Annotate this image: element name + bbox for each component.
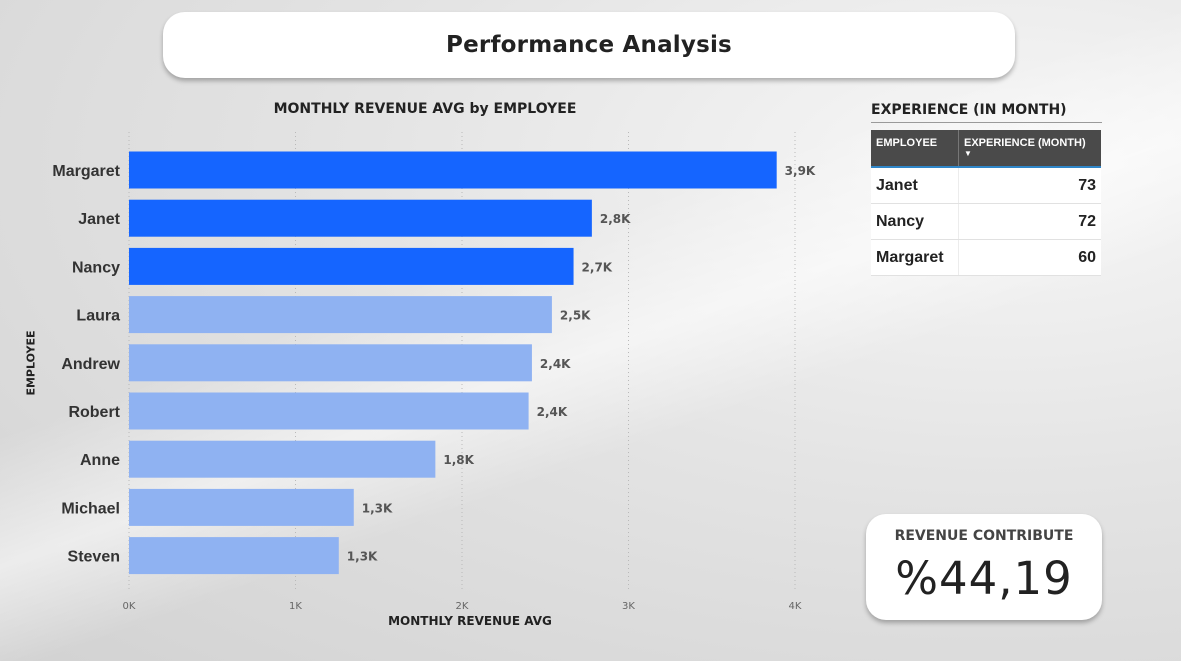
experience-table-title: EXPERIENCE (IN MONTH) [871, 102, 1102, 123]
category-label: Janet [78, 211, 120, 228]
category-label: Steven [68, 549, 120, 566]
category-label: Anne [80, 452, 120, 469]
table-row[interactable]: Margaret 60 [871, 239, 1101, 276]
data-label: 1,3K [362, 501, 393, 515]
bar-chart: 0K 1K 2K 3K 4K Margaret 3,9K Janet 2,8K Nancy 2,7K… [52, 132, 816, 612]
category-label: Nancy [72, 259, 120, 276]
x-tick-label: 4K [789, 601, 802, 612]
bar [129, 344, 532, 382]
experience-table: EMPLOYEE EXPERIENCE (MONTH) ▼ Janet 73 N… [871, 130, 1101, 276]
bar [129, 296, 552, 334]
category-label: Laura [76, 308, 120, 325]
bar [129, 537, 339, 575]
data-label: 2,4K [537, 405, 568, 419]
experience-cell: 72 [958, 203, 1101, 240]
experience-cell: 60 [958, 239, 1101, 276]
x-tick-label: 3K [622, 601, 635, 612]
data-label: 2,7K [582, 260, 613, 274]
bar [129, 392, 529, 430]
category-label: Robert [68, 404, 120, 421]
table-row[interactable]: Janet 73 [871, 167, 1101, 204]
employee-cell: Janet [871, 167, 959, 204]
bar [129, 199, 592, 237]
bar [129, 440, 436, 478]
category-label: Margaret [52, 163, 120, 180]
kpi-label: REVENUE CONTRIBUTE [894, 528, 1074, 544]
column-header-experience[interactable]: EXPERIENCE (MONTH) ▼ [958, 130, 1101, 168]
column-header-employee[interactable]: EMPLOYEE [871, 130, 959, 168]
data-label: 2,8K [600, 212, 631, 226]
x-tick-label: 1K [289, 601, 302, 612]
experience-cell: 73 [958, 167, 1101, 204]
bar [129, 247, 574, 285]
category-label: Michael [61, 500, 120, 517]
x-tick-label: 0K [123, 601, 136, 612]
kpi-value: %44,19 [895, 552, 1073, 605]
data-label: 2,5K [560, 309, 591, 323]
data-label: 3,9K [785, 164, 816, 178]
bar [129, 151, 777, 189]
employee-cell: Nancy [871, 203, 959, 240]
caret-down-icon[interactable]: ▼ [964, 150, 1096, 158]
data-label: 1,8K [443, 453, 474, 467]
data-label: 2,4K [540, 357, 571, 371]
data-label: 1,3K [347, 550, 378, 564]
table-row[interactable]: Nancy 72 [871, 203, 1101, 240]
category-label: Andrew [61, 356, 120, 373]
kpi-card[interactable]: REVENUE CONTRIBUTE %44,19 [866, 514, 1102, 620]
x-tick-label: 2K [456, 601, 469, 612]
employee-cell: Margaret [871, 239, 959, 276]
bar [129, 488, 354, 526]
